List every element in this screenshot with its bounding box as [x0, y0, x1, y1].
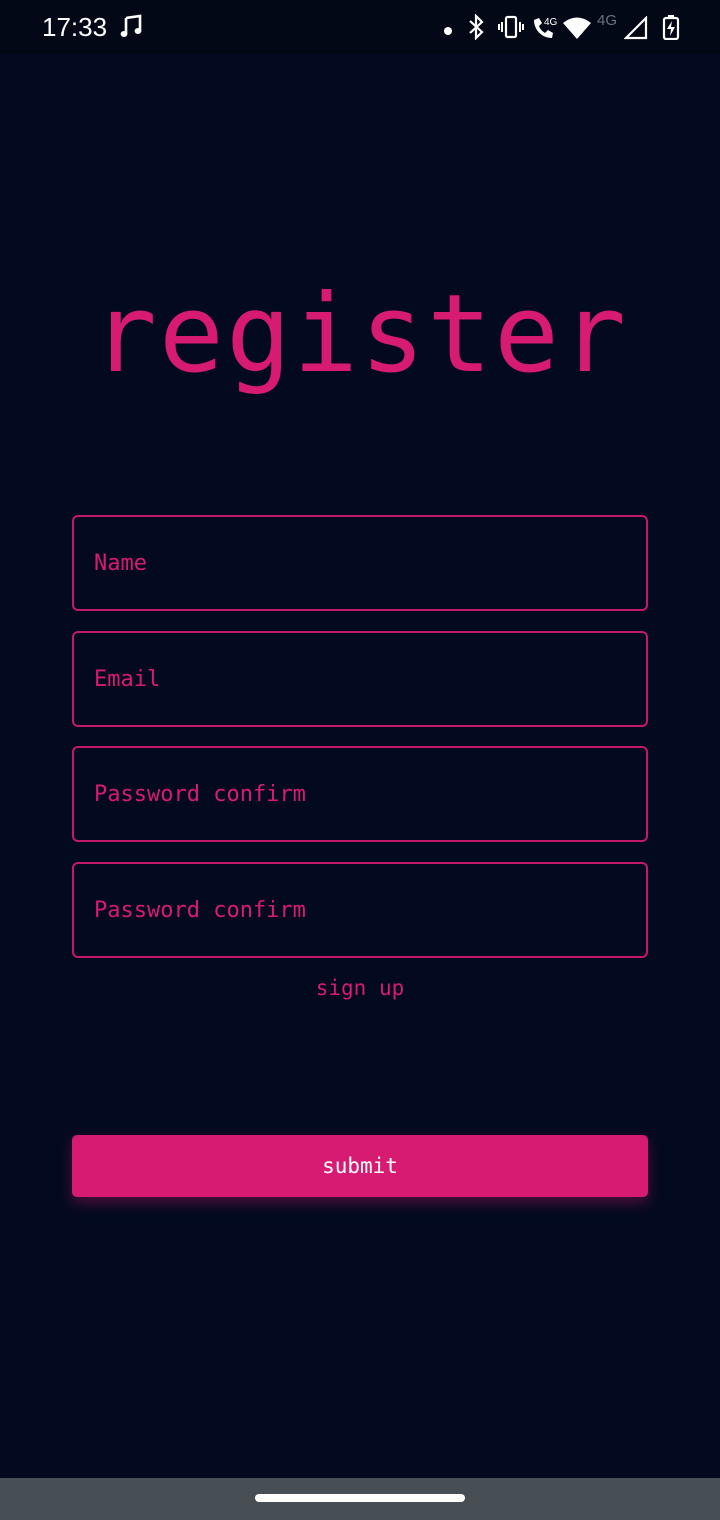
- dot-icon: [443, 21, 453, 40]
- password-confirm-input[interactable]: [74, 864, 646, 956]
- name-input[interactable]: [74, 517, 646, 609]
- network-label-secondary: 4G: [597, 12, 618, 29]
- status-bar: 17:33 4G 4G: [0, 0, 720, 54]
- password-input[interactable]: [74, 748, 646, 840]
- status-time: 17:33: [42, 12, 108, 42]
- password-confirm-field[interactable]: [72, 862, 648, 958]
- submit-button[interactable]: submit: [72, 1135, 648, 1197]
- name-field[interactable]: [72, 515, 648, 611]
- call-4g-icon: 4G: [530, 14, 560, 46]
- music-note-icon: [120, 14, 144, 44]
- email-input[interactable]: [74, 633, 646, 725]
- home-gesture-handle[interactable]: [255, 1494, 465, 1502]
- wifi-icon: [562, 16, 592, 44]
- vibrate-icon: [498, 14, 524, 44]
- svg-text:4G: 4G: [544, 17, 558, 28]
- sign-up-link[interactable]: sign up: [0, 976, 720, 1000]
- password-field[interactable]: [72, 746, 648, 842]
- bluetooth-icon: [466, 13, 486, 44]
- navigation-bar: [0, 1478, 720, 1520]
- signal-icon: [623, 15, 648, 44]
- email-field[interactable]: [72, 631, 648, 727]
- page-title: register: [91, 272, 629, 397]
- battery-charging-icon: [662, 14, 680, 44]
